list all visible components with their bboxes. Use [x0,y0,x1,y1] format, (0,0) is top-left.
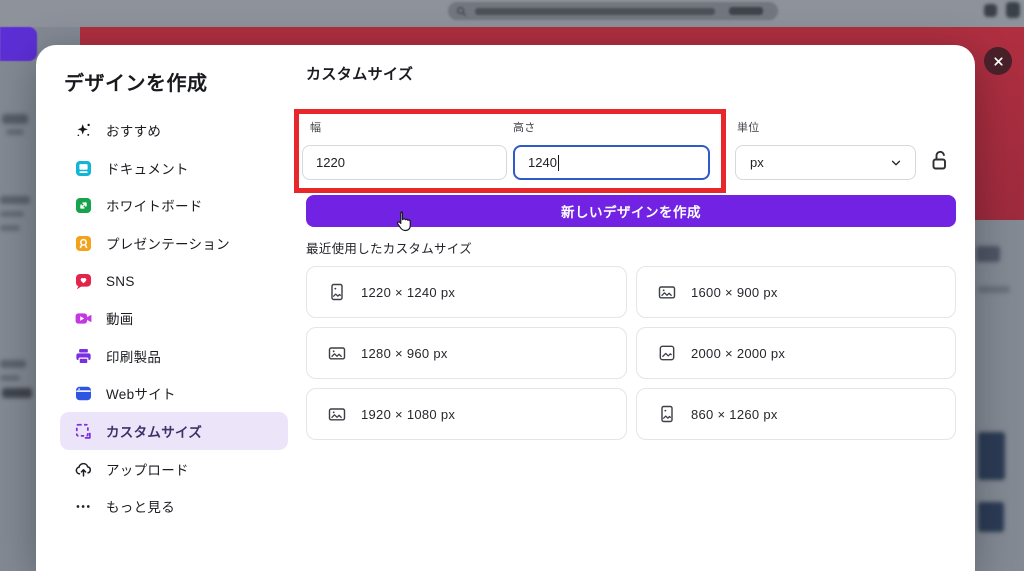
sidebar-item-custom-size[interactable]: カスタムサイズ [60,412,288,450]
height-label: 高さ [513,122,536,134]
size-label: 1600 × 900 px [691,284,778,300]
background-topbar-icon [1006,2,1020,18]
sidebar-item-label: Webサイト [106,387,176,402]
recent-size-card[interactable]: 860 × 1260 px [636,388,956,440]
unit-select[interactable]: px [735,145,916,180]
modal-title: デザインを作成 [64,73,208,95]
sidebar-item-whiteboard[interactable]: ホワイトボード [60,186,288,224]
sidebar-item-upload[interactable]: アップロード [60,450,288,488]
recent-size-card[interactable]: 1220 × 1240 px [306,266,627,318]
background-topbar [0,0,1024,27]
page-title: カスタムサイズ [306,66,414,83]
document-icon [75,160,92,176]
recent-sizes-heading: 最近使用したカスタムサイズ [306,242,473,256]
height-value: 1240 [528,155,557,170]
upload-cloud-icon [75,462,92,477]
unit-label: 単位 [737,122,760,134]
sidebar-item-presentation[interactable]: プレゼンテーション [60,224,288,262]
background-purple-button [0,27,37,61]
printer-icon [76,348,91,364]
landscape-image-icon [328,347,346,360]
size-label: 860 × 1260 px [691,406,778,422]
background-smudge [978,286,1010,293]
sidebar-item-video[interactable]: 動画 [60,299,288,337]
background-smudge [0,211,24,217]
blurred-search-text [729,7,763,15]
recent-size-card[interactable]: 1920 × 1080 px [306,388,627,440]
sidebar-item-label: ホワイトボード [106,199,203,214]
portrait-image-icon [331,283,343,301]
background-image-thumb [978,432,1005,480]
sidebar-item-label: 動画 [106,312,134,327]
background-smudge [0,360,26,368]
size-label: 1280 × 960 px [361,345,448,361]
background-smudge [2,388,32,398]
landscape-image-icon [658,286,676,299]
background-smudge [0,196,30,204]
background-smudge [0,225,20,231]
background-smudge [6,129,24,135]
blurred-search-text [475,7,715,15]
sidebar-item-label: アップロード [106,463,189,478]
size-label: 1920 × 1080 px [361,406,456,422]
background-image-thumb [978,502,1004,532]
sidebar-item-label: カスタムサイズ [106,425,203,440]
sidebar-item-sns[interactable]: SNS [60,262,288,300]
whiteboard-icon [75,197,92,213]
aspect-lock-toggle[interactable] [928,149,954,175]
recent-size-card[interactable]: 1600 × 900 px [636,266,956,318]
sidebar-item-recommended[interactable]: おすすめ [60,111,288,149]
sidebar-item-label: SNS [106,273,135,289]
presentation-icon [75,235,92,251]
modal-close-button[interactable] [984,47,1012,75]
close-icon [993,56,1003,66]
screen: デザインを作成 おすすめ ドキュメント ホワイトボード プレゼンテーション SN… [0,0,1024,571]
sidebar-item-label: おすすめ [106,124,162,139]
size-label: 1220 × 1240 px [361,284,456,300]
width-value: 1220 [316,155,345,170]
more-dots-icon [76,504,90,508]
search-icon [457,6,466,16]
recent-size-card[interactable]: 1280 × 960 px [306,327,627,379]
background-smudge [0,375,20,381]
recent-size-card[interactable]: 2000 × 2000 px [636,327,956,379]
unit-value: px [750,155,764,170]
background-smudge [976,246,1000,262]
sidebar-item-documents[interactable]: ドキュメント [60,149,288,187]
sidebar-item-label: プレゼンテーション [106,237,230,252]
portrait-image-icon [661,405,673,423]
custom-size-icon [75,423,91,439]
background-topbar-icon [984,4,997,17]
create-design-button[interactable]: 新しいデザインを作成 [306,195,956,227]
square-image-icon [659,345,675,361]
sidebar-item-print[interactable]: 印刷製品 [60,337,288,375]
sidebar-item-label: ドキュメント [106,162,189,177]
width-label: 幅 [310,122,322,134]
sidebar-item-label: もっと見る [106,500,175,515]
text-caret [557,154,559,171]
video-icon [75,312,92,324]
unlock-icon [932,150,946,170]
sparkle-icon [77,123,90,136]
sidebar-item-label: 印刷製品 [106,350,162,365]
sidebar-item-more[interactable]: もっと見る [60,487,288,525]
landscape-image-icon [328,408,346,421]
sidebar-item-website[interactable]: Webサイト [60,374,288,412]
website-icon [75,386,92,400]
sns-icon [75,273,92,289]
width-input[interactable]: 1220 [302,145,507,180]
background-search-bar[interactable] [448,2,778,20]
chevron-down-icon [891,160,901,165]
background-smudge [2,114,28,124]
create-design-modal: デザインを作成 おすすめ ドキュメント ホワイトボード プレゼンテーション SN… [36,45,975,571]
size-label: 2000 × 2000 px [691,345,786,361]
height-input[interactable]: 1240 [513,145,710,180]
